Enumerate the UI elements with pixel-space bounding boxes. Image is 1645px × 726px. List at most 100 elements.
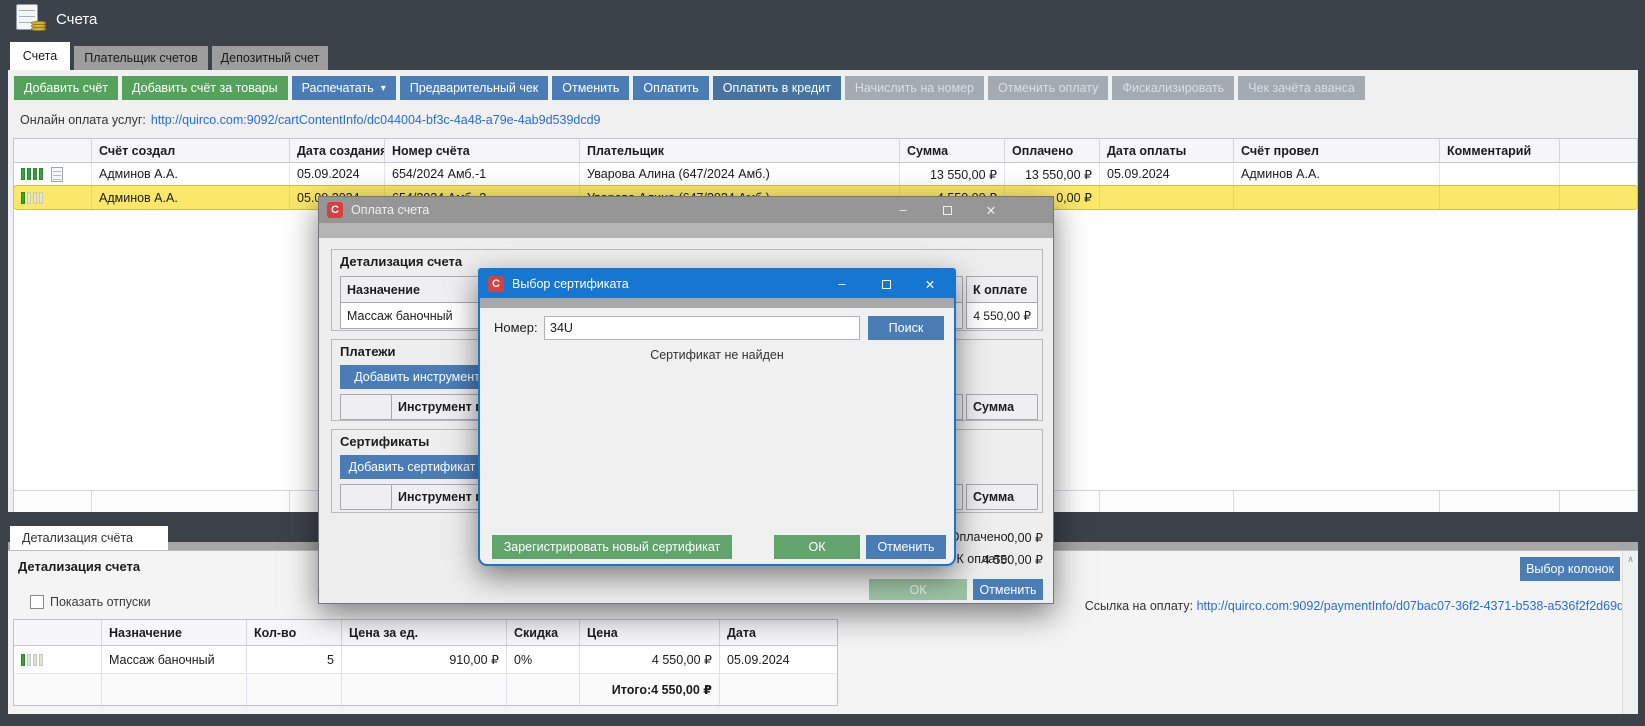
tabstrip: Счета Плательщик счетов Депозитный счет [0, 38, 1645, 70]
app-header: Счета [0, 0, 1645, 38]
search-button[interactable]: Поиск [868, 316, 944, 340]
column-header-created-by[interactable]: Счёт создал [91, 139, 289, 162]
receipt-icon [51, 167, 63, 182]
details-table-footer: Итого:4 550,00 ₽ [14, 674, 837, 705]
app-logo-icon: C [488, 276, 504, 292]
not-found-message: Сертификат не найден [480, 348, 954, 362]
pay-credit-button[interactable]: Оплатить в кредит [713, 76, 841, 100]
cancel-button[interactable]: Отменить [866, 535, 946, 559]
cell-qty: 5 [246, 646, 341, 674]
column-header-status[interactable] [14, 139, 91, 162]
maximize-icon[interactable] [864, 280, 908, 289]
cell-created-date: 05.09.2024 [289, 163, 384, 186]
advance-check-button: Чек зачёта аванса [1238, 76, 1365, 100]
paid-value: 0,00 ₽ [953, 530, 1043, 545]
cancel-button[interactable]: Отменить [552, 76, 629, 100]
status-bars-icon [21, 192, 43, 204]
charge-to-number-button: Начислить на номер [845, 76, 984, 100]
print-button-label: Распечатать [302, 81, 374, 95]
cell-created-by: Админов А.А. [91, 186, 289, 209]
cancel-payment-button: Отменить оплату [988, 76, 1108, 100]
preliminary-check-button[interactable]: Предварительный чек [400, 76, 549, 100]
add-certificate-button[interactable]: Добавить сертификат ▾ [340, 455, 496, 479]
add-invoice-button[interactable]: Добавить счёт [14, 76, 118, 100]
choose-columns-button[interactable]: Выбор колонок [1520, 557, 1620, 581]
column-header-processed-by[interactable]: Счёт провел [1233, 139, 1439, 162]
cell-processed-by [1233, 186, 1439, 209]
cell-comment [1439, 186, 1559, 209]
column-header-pay-date[interactable]: Дата оплаты [1099, 139, 1233, 162]
tab-invoice-payer[interactable]: Плательщик счетов [74, 46, 208, 70]
cell-paid: 13 550,00 ₽ [1004, 163, 1099, 186]
status-bars-icon [21, 654, 43, 666]
cell-number: 654/2024 Амб.-1 [384, 163, 579, 186]
cell-created-by: Админов А.А. [91, 163, 289, 186]
column-header-paid[interactable]: Оплачено [1004, 139, 1099, 162]
cell-comment [1439, 163, 1559, 186]
print-button[interactable]: Распечатать ▾ [292, 76, 396, 100]
minimize-icon[interactable]: – [820, 277, 864, 291]
cell-sum: 13 550,00 ₽ [899, 163, 1004, 186]
details-due-header: К оплате [966, 276, 1038, 303]
column-header-discount[interactable]: Скидка [506, 620, 579, 645]
column-header-comment[interactable]: Комментарий [1439, 139, 1559, 162]
register-certificate-button[interactable]: Зарегистрировать новый сертификат [492, 535, 732, 559]
maximize-icon[interactable] [925, 206, 969, 215]
online-payment-link[interactable]: http://quirco.com:9092/cartContentInfo/d… [151, 113, 601, 127]
column-header-date[interactable]: Дата [719, 620, 837, 645]
payments-sum-header: Сумма [966, 394, 1038, 420]
column-header-qty[interactable]: Кол-во [246, 620, 341, 645]
tab-invoices[interactable]: Счета [10, 42, 70, 70]
cell-payer: Уварова Алина (647/2024 Амб.) [579, 163, 899, 186]
scroll-up-icon[interactable]: ∧ [1627, 554, 1634, 714]
payment-link[interactable]: http://quirco.com:9092/paymentInfo/d07ba… [1197, 599, 1624, 613]
payment-dialog-titlebar[interactable]: C Оплата счета – ✕ [319, 197, 1053, 223]
payment-link-label: Ссылка на оплату: [1085, 599, 1193, 613]
ok-button[interactable]: ОК [774, 535, 860, 559]
show-vacations-label: Показать отпуски [50, 595, 151, 609]
group-title: Сертификаты [340, 434, 429, 449]
cell-unit-price: 910,00 ₽ [341, 646, 506, 674]
invoice-details-table: Назначение Кол-во Цена за ед. Скидка Цен… [13, 619, 838, 706]
dialog-toolbar-band [480, 298, 954, 308]
cell-processed-by: Админов А.А. [1233, 163, 1439, 186]
details-row-due: 4 550,00 ₽ [966, 302, 1038, 329]
certificate-dialog: C Выбор сертификата – ✕ Номер: 34U Поиск… [478, 268, 956, 566]
show-vacations-checkbox[interactable] [30, 595, 44, 609]
table-row[interactable]: Админов А.А. 05.09.2024 654/2024 Амб.-1 … [14, 163, 1637, 186]
add-goods-invoice-button[interactable]: Добавить счёт за товары [122, 76, 288, 100]
column-header-extra[interactable] [1559, 139, 1637, 162]
group-title: Платежи [340, 344, 395, 359]
column-header-payer[interactable]: Плательщик [579, 139, 899, 162]
details-panel-title: Детализация счета [18, 559, 140, 574]
dropdown-arrow-icon: ▾ [381, 83, 386, 94]
column-header-unit-price[interactable]: Цена за ед. [341, 620, 506, 645]
toolbar: Добавить счёт Добавить счёт за товары Ра… [14, 76, 1365, 100]
certificates-sum-header: Сумма [966, 484, 1038, 510]
invoices-app-icon [16, 4, 46, 34]
cell-date: 05.09.2024 [719, 646, 837, 674]
certificate-dialog-titlebar[interactable]: C Выбор сертификата – ✕ [480, 270, 954, 298]
ok-button: ОК [869, 579, 967, 600]
details-table-header: Назначение Кол-во Цена за ед. Скидка Цен… [14, 620, 837, 646]
column-header-purpose[interactable]: Назначение [101, 620, 246, 645]
certificate-number-input[interactable]: 34U [544, 316, 860, 340]
add-certificate-label: Добавить сертификат [349, 460, 476, 474]
close-icon[interactable]: ✕ [908, 277, 952, 292]
cancel-button[interactable]: Отменить [973, 579, 1043, 600]
column-header-created-date[interactable]: Дата создания [289, 139, 384, 162]
certificate-dialog-title: Выбор сертификата [512, 277, 629, 291]
close-icon[interactable]: ✕ [969, 203, 1013, 218]
column-header-sum[interactable]: Сумма [899, 139, 1004, 162]
tab-invoice-details[interactable]: Детализация счёта [10, 526, 168, 550]
column-header-number[interactable]: Номер счёта [384, 139, 579, 162]
column-header-price[interactable]: Цена [579, 620, 719, 645]
panel-scrollbar[interactable]: ∧ [1622, 551, 1638, 714]
table-row[interactable]: Массаж баночный 5 910,00 ₽ 0% 4 550,00 ₽… [14, 646, 837, 674]
pay-button[interactable]: Оплатить [633, 76, 708, 100]
cell-purpose: Массаж баночный [101, 646, 246, 674]
cell-pay-date [1099, 186, 1233, 209]
tab-deposit-account[interactable]: Депозитный счет [212, 46, 328, 70]
minimize-icon[interactable]: – [881, 203, 925, 217]
group-title: Детализация счета [340, 254, 462, 269]
